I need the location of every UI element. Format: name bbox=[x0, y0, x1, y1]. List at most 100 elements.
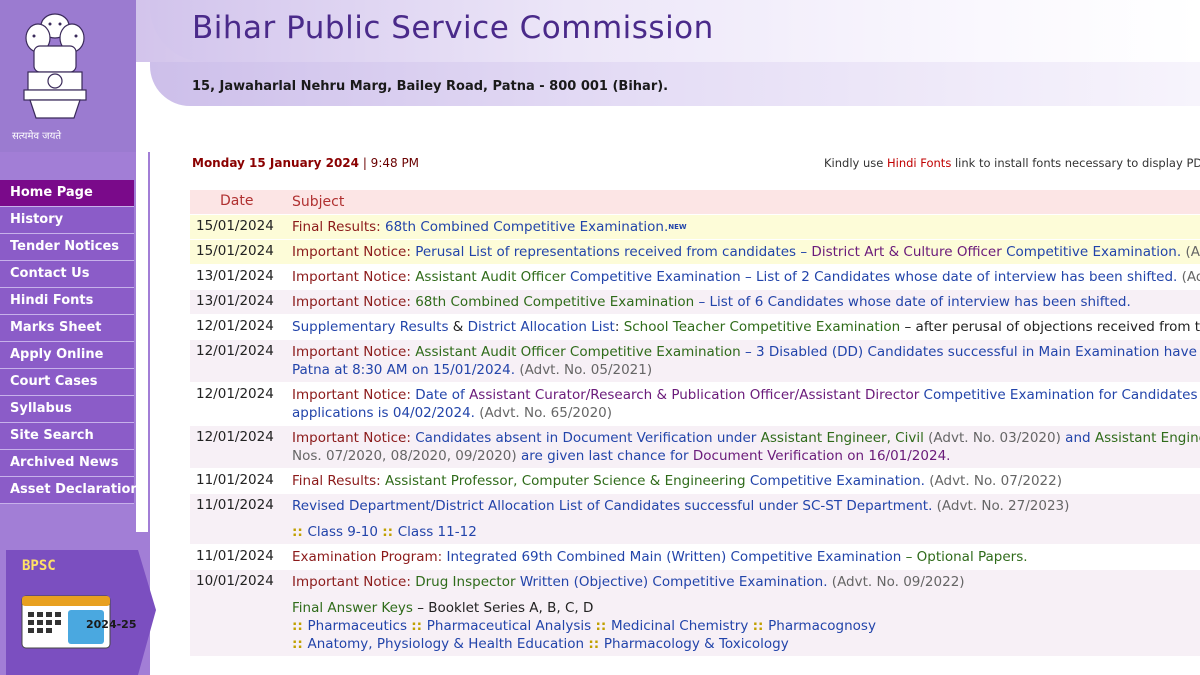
table-row: 13/01/2024 Important Notice: Assistant Au… bbox=[190, 265, 1200, 290]
notice-link[interactable]: School Teacher Competitive Examination bbox=[624, 319, 905, 335]
row-subject: Final Results: 68th Combined Competitive… bbox=[286, 215, 1200, 239]
hindi-fonts-link[interactable]: Hindi Fonts bbox=[887, 156, 951, 170]
notice-link[interactable]: Pharmaceutics bbox=[308, 618, 412, 634]
notice-text: Examination Program: bbox=[292, 549, 447, 565]
notice-link[interactable]: – Optional Papers. bbox=[906, 549, 1028, 565]
sidebar-item-asset-declaration[interactable]: Asset Declaration bbox=[0, 477, 140, 504]
row-date: 12/01/2024 bbox=[196, 429, 274, 445]
notice-link[interactable]: Medicinal Chemistry bbox=[611, 618, 753, 634]
sidebar-item-archived-news[interactable]: Archived News bbox=[0, 450, 134, 477]
notice-link[interactable]: District Allocation List bbox=[468, 319, 615, 335]
notice-text: (Advt. N bbox=[1185, 244, 1200, 260]
notice-link[interactable]: – List of 6 Candidates whose date of int… bbox=[698, 294, 1130, 310]
notice-link[interactable]: Integrated 69th Combined Main (Written) … bbox=[446, 549, 905, 565]
notice-link[interactable]: 68th Combined Competitive Examination. bbox=[385, 219, 668, 235]
notice-link[interactable]: Competitive Examination for Candidates w… bbox=[924, 387, 1200, 403]
table-row: 11/01/2024 Revised Department/District Al… bbox=[190, 494, 1200, 545]
subject-line: Nos. 07/2020, 08/2020, 09/2020) are give… bbox=[292, 447, 1196, 465]
row-subject: Important Notice: Date of Assistant Cura… bbox=[286, 383, 1200, 425]
notice-link[interactable]: Perusal List of representations received… bbox=[415, 244, 811, 260]
sidebar-item-contact-us[interactable]: Contact Us bbox=[0, 261, 134, 288]
notice-link[interactable]: Assistant Audit Officer Competitive Exam… bbox=[415, 344, 745, 360]
notice-link[interactable]: Pharmacognosy bbox=[768, 618, 876, 634]
emblem-box: सत्यमेव जयते bbox=[0, 0, 136, 152]
notice-link[interactable]: Assistant Engineer-Civ bbox=[1095, 430, 1200, 446]
row-subject: Important Notice: 68th Combined Competit… bbox=[286, 290, 1200, 314]
national-emblem-icon bbox=[23, 13, 87, 119]
sidebar-item-court-cases[interactable]: Court Cases bbox=[0, 369, 134, 396]
table-body: 15/01/2024 Final Results: 68th Combined C… bbox=[190, 215, 1200, 657]
sidebar-item-history[interactable]: History bbox=[0, 207, 134, 234]
row-date: 15/01/2024 bbox=[196, 218, 274, 234]
notices-table: Date Subject 15/01/2024 Final Results: 68… bbox=[190, 190, 1200, 657]
subject-line: Important Notice: Drug Inspector Written… bbox=[292, 573, 1196, 591]
notice-link[interactable]: Supplementary Results bbox=[292, 319, 453, 335]
sidebar-item-site-search[interactable]: Site Search bbox=[0, 423, 134, 450]
notice-link[interactable]: Drug Inspector bbox=[415, 574, 520, 590]
sidebar-menu: Home Page History Tender Notices Contact Us… bbox=[0, 180, 140, 504]
notice-link[interactable]: Assistant Audit Officer bbox=[415, 269, 570, 285]
menu-scrollbar[interactable] bbox=[136, 152, 148, 532]
bpsc-calendar-box[interactable]: BPSC 2024-25 bbox=[6, 550, 156, 675]
notice-link[interactable]: Final Answer Keys bbox=[292, 600, 417, 616]
table-row: 15/01/2024 Important Notice: Perusal List… bbox=[190, 240, 1200, 265]
notice-text: (Advt. No. 09/2022) bbox=[831, 574, 965, 590]
font-note: Kindly use Hindi Fonts link to install f… bbox=[824, 156, 1200, 170]
row-date: 11/01/2024 bbox=[196, 548, 274, 564]
notice-text: – after perusal of objections received f… bbox=[904, 319, 1200, 335]
notice-link[interactable]: Candidates absent in Document Verificati… bbox=[415, 430, 760, 446]
notice-link[interactable]: – 3 Disabled (DD) Candidates successful … bbox=[745, 344, 1200, 360]
notice-link[interactable]: Assistant Professor, Computer Science & … bbox=[385, 473, 750, 489]
separator: :: bbox=[382, 524, 398, 540]
row-date: 12/01/2024 bbox=[196, 318, 274, 334]
subject-line: Important Notice: Assistant Audit Office… bbox=[292, 268, 1200, 286]
table-row: 12/01/2024 Important Notice: Candidates a… bbox=[190, 426, 1200, 469]
notice-link[interactable]: Competitive Examination. bbox=[750, 473, 929, 489]
row-subject: Final Results: Assistant Professor, Comp… bbox=[286, 469, 1200, 493]
separator: :: bbox=[595, 618, 611, 634]
row-subject: Important Notice: Drug Inspector Written… bbox=[286, 570, 1200, 656]
notice-link[interactable]: Pharmacology & Toxicology bbox=[604, 636, 789, 652]
notice-link[interactable]: Document Verification on 16/01/2024. bbox=[693, 448, 951, 464]
motto-text: सत्यमेव जयते bbox=[12, 131, 62, 142]
subject-line: :: Anatomy, Physiology & Health Educatio… bbox=[292, 635, 1196, 653]
subject-line: :: Class 9-10 :: Class 11-12 bbox=[292, 523, 1196, 541]
new-badge-icon: NEW bbox=[668, 223, 687, 231]
notice-link[interactable]: Assistant Curator/Research & Publication… bbox=[469, 387, 923, 403]
row-date: 11/01/2024 bbox=[196, 472, 274, 488]
sidebar-item-syllabus[interactable]: Syllabus bbox=[0, 396, 134, 423]
notice-link[interactable]: Class 9-10 bbox=[308, 524, 383, 540]
current-datetime: Monday 15 January 2024 | 9:48 PM bbox=[192, 156, 419, 170]
subject-line bbox=[292, 515, 1196, 523]
notice-link[interactable]: District Art & Culture Officer bbox=[811, 244, 1006, 260]
notice-link[interactable]: Pharmaceutical Analysis bbox=[427, 618, 596, 634]
sidebar-item-tender-notices[interactable]: Tender Notices bbox=[0, 234, 134, 261]
notice-link[interactable]: 68th Combined Competitive Examination bbox=[415, 294, 698, 310]
notice-link[interactable]: Assistant Engineer, Civil bbox=[761, 430, 928, 446]
notice-link[interactable]: Patna at 8:30 AM on 15/01/2024. bbox=[292, 362, 519, 378]
subject-line: Important Notice: Assistant Audit Office… bbox=[292, 343, 1200, 361]
notice-link[interactable]: Competitive Examination. bbox=[1006, 244, 1185, 260]
notice-link[interactable]: are given last chance for bbox=[521, 448, 693, 464]
notice-text: Important Notice: bbox=[292, 574, 416, 590]
subject-line: Final Answer Keys – Booklet Series A, B,… bbox=[292, 599, 1196, 617]
notice-link[interactable]: Date of bbox=[415, 387, 469, 403]
page-title: Bihar Public Service Commission bbox=[192, 10, 714, 46]
separator: :: bbox=[292, 524, 308, 540]
notice-link[interactable]: Written (Objective) Competitive Examinat… bbox=[520, 574, 832, 590]
sidebar-item-hindi-fonts[interactable]: Hindi Fonts bbox=[0, 288, 134, 315]
notice-link[interactable]: Class 11-12 bbox=[398, 524, 477, 540]
notice-link[interactable]: Competitive Examination – List of 2 Cand… bbox=[570, 269, 1182, 285]
notice-text: Nos. 07/2020, 08/2020, 09/2020) bbox=[292, 448, 521, 464]
notice-link[interactable]: and bbox=[1065, 430, 1095, 446]
sidebar-item-apply-online[interactable]: Apply Online bbox=[0, 342, 134, 369]
subject-line: Supplementary Results & District Allocat… bbox=[292, 318, 1200, 336]
notice-link[interactable]: applications is 04/02/2024. bbox=[292, 405, 479, 421]
calendar-year: 2024-25 bbox=[86, 618, 137, 631]
notice-text: Important Notice: bbox=[292, 344, 416, 360]
row-date: 11/01/2024 bbox=[196, 497, 274, 513]
sidebar-item-home-page[interactable]: Home Page bbox=[0, 180, 134, 207]
notice-link[interactable]: Anatomy, Physiology & Health Education bbox=[308, 636, 589, 652]
notice-link[interactable]: Revised Department/District Allocation L… bbox=[292, 498, 937, 514]
sidebar-item-marks-sheet[interactable]: Marks Sheet bbox=[0, 315, 134, 342]
